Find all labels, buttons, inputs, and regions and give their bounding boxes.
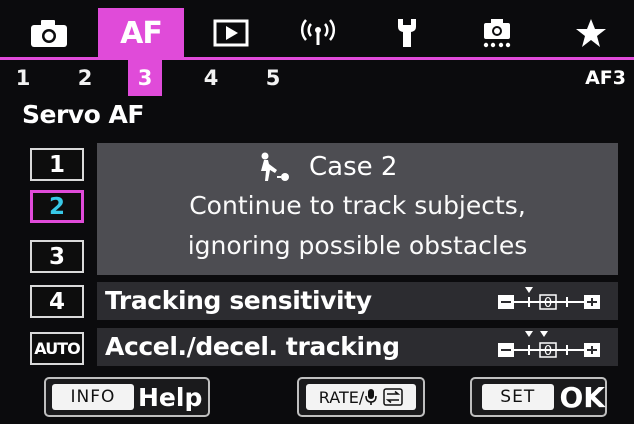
- tab-af[interactable]: AF: [98, 8, 184, 58]
- rate-key: RATE/: [306, 384, 416, 410]
- param-label: Accel./decel. tracking: [105, 332, 400, 361]
- info-help-button[interactable]: INFO Help: [44, 377, 210, 417]
- subpage-5[interactable]: 5: [256, 60, 290, 96]
- star-icon: [576, 19, 606, 47]
- default-marker: [540, 331, 548, 337]
- microphone-icon: [365, 389, 377, 405]
- subpage-3[interactable]: 3: [128, 60, 162, 96]
- ok-label: OK: [559, 380, 606, 414]
- subpage-1[interactable]: 1: [6, 60, 40, 96]
- param-label: Tracking sensitivity: [105, 286, 372, 315]
- info-key: INFO: [52, 384, 134, 410]
- case-header: Case 2: [255, 149, 397, 185]
- rate-voice-button[interactable]: RATE/: [297, 377, 425, 417]
- swap-icon: [383, 388, 403, 406]
- menu-tab-bar: AF: [0, 8, 634, 58]
- camera-menu-screen: AF 1 2 3 4 5 AF3 Servo AF 1 2 3 4 AUTO C…: [0, 0, 634, 424]
- tracking-sensitivity-scale: 0: [498, 287, 600, 311]
- subpage-row: 1 2 3 4 5 AF3: [0, 60, 634, 96]
- case-button-1[interactable]: 1: [30, 148, 84, 181]
- camera-icon: [31, 20, 67, 47]
- case-button-2[interactable]: 2: [30, 190, 84, 223]
- tab-af-label: AF: [120, 15, 163, 51]
- section-title: Servo AF: [22, 100, 144, 129]
- scale-zero-label: 0: [544, 344, 552, 359]
- case-description-panel: Case 2 Continue to track subjects, ignor…: [97, 143, 618, 275]
- custom-functions-icon: [483, 19, 511, 48]
- wireless-icon: [301, 19, 335, 45]
- accel-decel-scale: 0: [498, 331, 600, 359]
- default-marker: [525, 331, 533, 337]
- tab-setup[interactable]: [372, 8, 442, 58]
- param-row-tracking-sensitivity[interactable]: Tracking sensitivity 0: [97, 282, 618, 320]
- case-description-line-1: Continue to track subjects,: [189, 191, 526, 220]
- tab-shooting[interactable]: [14, 8, 84, 58]
- help-label: Help: [138, 382, 203, 412]
- case-2-icon: [261, 152, 289, 181]
- rate-key-label: RATE/: [318, 387, 365, 407]
- tab-playback[interactable]: [196, 8, 266, 58]
- case-button-auto[interactable]: AUTO: [30, 332, 84, 365]
- scale-zero-label: 0: [544, 296, 552, 311]
- default-marker: [525, 287, 533, 293]
- param-row-accel-decel-tracking[interactable]: Accel./decel. tracking 0: [97, 328, 618, 366]
- case-button-3[interactable]: 3: [30, 240, 84, 273]
- tab-wireless[interactable]: [282, 8, 354, 58]
- playback-icon: [213, 19, 249, 47]
- subpage-code: AF3: [585, 67, 626, 89]
- tab-my-menu[interactable]: [556, 8, 626, 58]
- subpage-4[interactable]: 4: [194, 60, 228, 96]
- case-button-4[interactable]: 4: [30, 285, 84, 318]
- set-key: SET: [482, 384, 554, 410]
- case-label: Case 2: [309, 152, 398, 182]
- subpage-2[interactable]: 2: [68, 60, 102, 96]
- tab-custom-functions[interactable]: [462, 8, 532, 58]
- wrench-icon: [398, 19, 416, 47]
- case-description-line-2: ignoring possible obstacles: [187, 231, 528, 260]
- set-ok-button[interactable]: SET OK: [470, 377, 607, 417]
